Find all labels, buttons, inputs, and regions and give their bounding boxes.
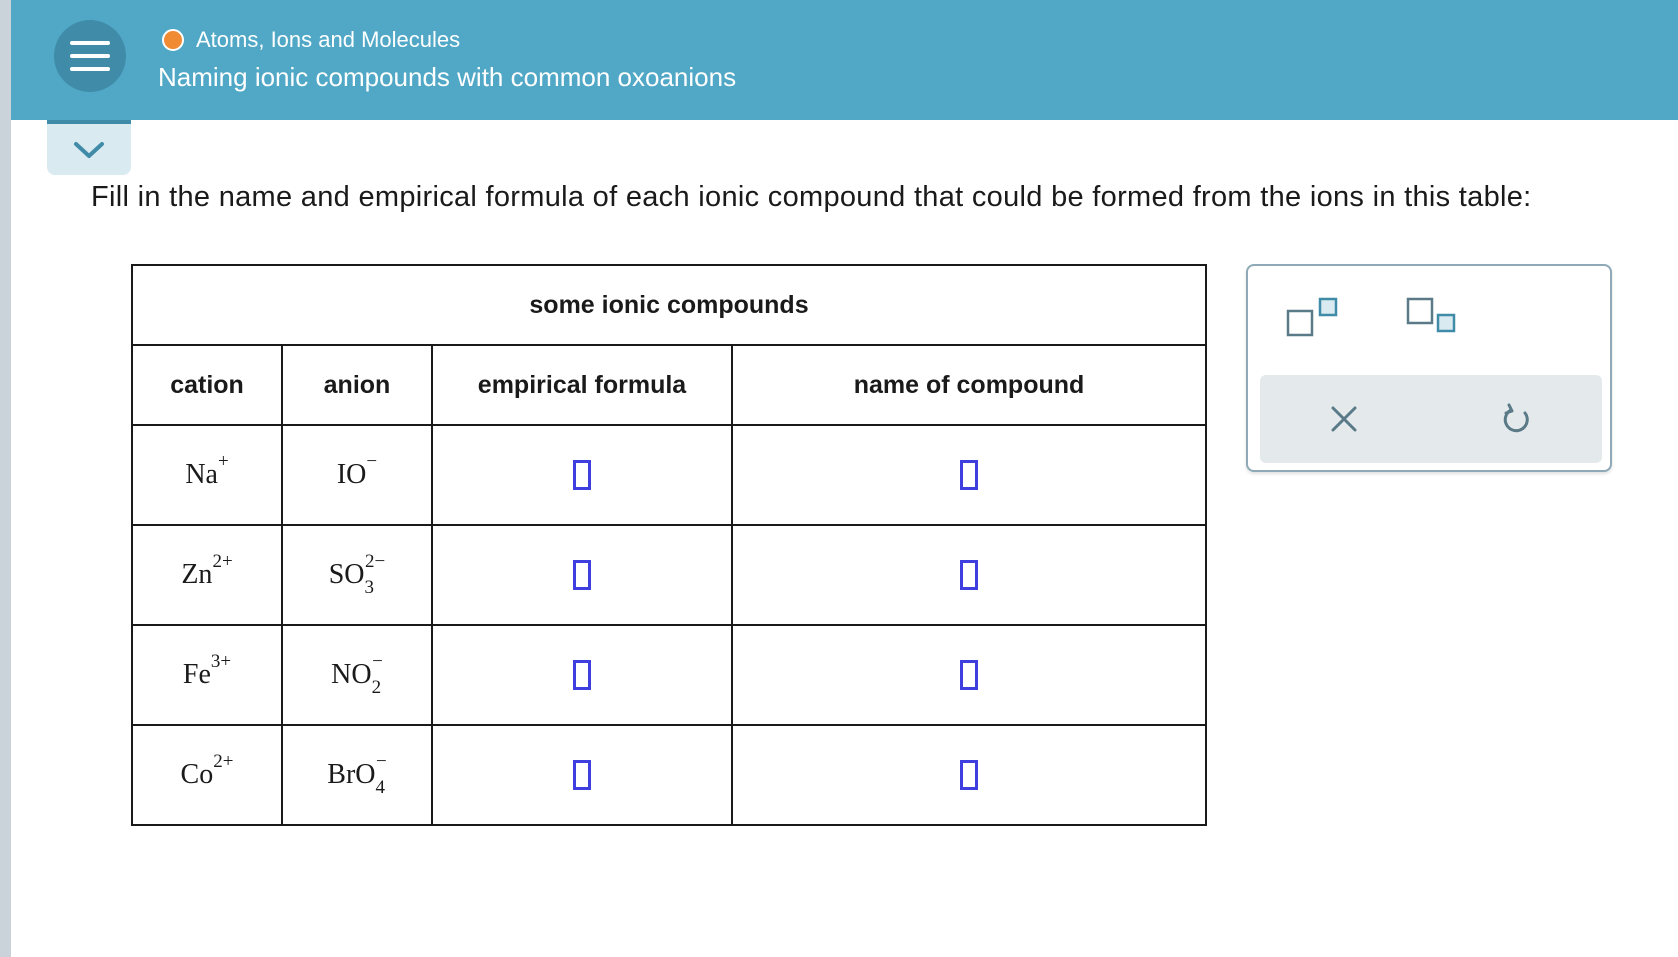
anion-charge: − [372, 651, 383, 672]
anion-cell: IO− [281, 424, 433, 526]
instruction-text: Fill in the name and empirical formula o… [91, 181, 1532, 213]
left-edge-strip [0, 0, 11, 957]
cation-charge: 3+ [210, 651, 232, 672]
anion-cell: SO3 2− [281, 524, 433, 626]
page-title: Naming ionic compounds with common oxoan… [158, 62, 737, 92]
cation-cell: Zn2+ [131, 524, 283, 626]
subscript-icon [1406, 297, 1456, 333]
cation-symbol: Fe [182, 659, 211, 690]
name-answer-box[interactable] [960, 760, 978, 790]
anion-subscript: 3 [364, 577, 375, 598]
topic-status-icon [162, 29, 184, 51]
table-row: Fe3+ NO2 − [131, 624, 1208, 726]
math-toolbar [1246, 264, 1612, 472]
cation-cell: Co2+ [131, 724, 283, 826]
anion-subscript: 2 [371, 677, 382, 698]
anion-charge: − [376, 751, 387, 772]
formula-answer-cell[interactable] [431, 724, 733, 826]
name-answer-cell[interactable] [730, 424, 1208, 526]
topic-label: Atoms, Ions and Molecules [196, 27, 461, 52]
header-compound-name: name of compound [730, 344, 1208, 426]
menu-button[interactable] [54, 20, 126, 92]
superscript-icon [1286, 297, 1338, 337]
formula-answer-box[interactable] [573, 460, 591, 490]
cation-cell: Fe3+ [131, 624, 283, 726]
superscript-button[interactable] [1286, 296, 1340, 343]
cation-cell: Na+ [131, 424, 283, 526]
anion-symbol: IO [336, 459, 367, 490]
formula-answer-cell[interactable] [431, 524, 733, 626]
anion-symbol: NO [331, 659, 372, 690]
cation-charge: 2+ [212, 551, 233, 572]
anion-cell: NO2 − [281, 624, 433, 726]
header-cation: cation [131, 344, 283, 426]
name-answer-box[interactable] [960, 460, 978, 490]
formula-answer-cell[interactable] [431, 424, 733, 526]
name-answer-box[interactable] [960, 560, 978, 590]
cation-symbol: Co [180, 759, 214, 790]
formula-answer-box[interactable] [573, 560, 591, 590]
ionic-compounds-table: some ionic compounds cation anion empiri… [130, 264, 1208, 826]
toolbar-actions [1260, 375, 1602, 463]
page-header: Atoms, Ions and Molecules Naming ionic c… [11, 0, 1678, 120]
table-row: Zn2+ SO3 2− [131, 524, 1208, 626]
anion-subscript: 4 [375, 777, 386, 798]
name-answer-cell[interactable] [730, 624, 1208, 726]
cation-charge: 2+ [213, 751, 234, 772]
subscript-button[interactable] [1406, 296, 1460, 343]
undo-icon [1503, 403, 1529, 433]
anion-charge: − [366, 451, 378, 472]
formula-answer-box[interactable] [573, 660, 591, 690]
cation-symbol: Zn [181, 559, 213, 590]
table-caption: some ionic compounds [130, 264, 1208, 346]
header-empirical-formula: empirical formula [431, 344, 733, 426]
cation-charge: + [217, 451, 229, 472]
hamburger-icon [70, 41, 110, 71]
table-row: Na+ IO− [131, 424, 1208, 526]
anion-symbol: BrO [327, 759, 376, 790]
anion-symbol: SO [328, 559, 365, 590]
header-anion: anion [281, 344, 433, 426]
collapse-toggle[interactable] [47, 120, 131, 175]
cation-symbol: Na [185, 459, 218, 490]
name-answer-cell[interactable] [730, 724, 1208, 826]
clear-icon [1331, 406, 1357, 432]
formula-answer-box[interactable] [573, 760, 591, 790]
topic-row: Atoms, Ions and Molecules [162, 26, 460, 54]
chevron-down-icon [74, 141, 104, 158]
undo-button[interactable] [1500, 403, 1532, 440]
formula-answer-cell[interactable] [431, 624, 733, 726]
anion-cell: BrO4 − [281, 724, 433, 826]
name-answer-cell[interactable] [730, 524, 1208, 626]
clear-button[interactable] [1328, 403, 1360, 440]
name-answer-box[interactable] [960, 660, 978, 690]
anion-charge: 2− [365, 551, 386, 572]
table-row: Co2+ BrO4 − [131, 724, 1208, 826]
